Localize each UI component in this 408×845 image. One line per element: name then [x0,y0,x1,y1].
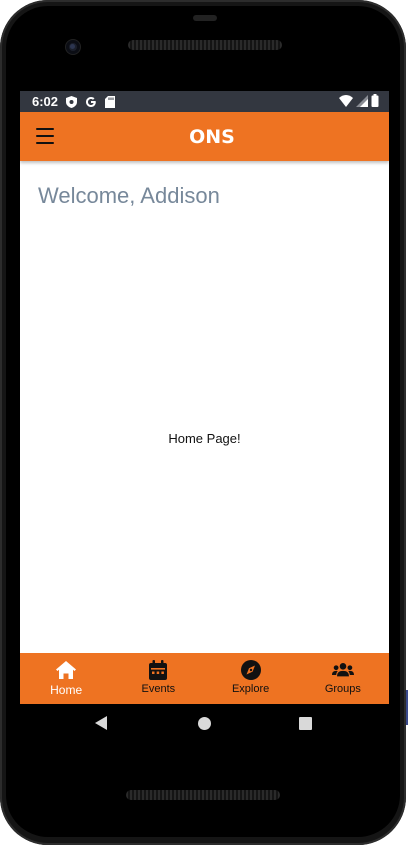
hamburger-menu-icon[interactable] [36,128,54,144]
sd-card-icon [105,95,116,108]
phone-screen: 6:02 ONS Welcome, Addison Home Page! Hom… [20,91,389,742]
welcome-heading: Welcome, Addison [38,183,220,208]
status-time: 6:02 [32,94,59,109]
users-icon [331,663,354,677]
nav-label-events: Events [141,683,176,695]
system-navigation-bar [20,704,389,742]
calendar-icon [149,660,168,680]
home-icon [56,661,77,679]
compass-icon [240,660,261,680]
phone-frame: 6:02 ONS Welcome, Addison Home Page! Hom… [0,0,406,845]
proximity-sensor [193,15,217,21]
nav-item-events[interactable]: Events [112,653,204,704]
nav-label-groups: Groups [324,683,361,695]
status-icons-right [339,94,379,110]
front-camera [66,40,80,54]
bottom-navigation: Home Events Explore Groups [20,653,389,704]
cell-signal-icon [356,94,368,110]
nav-item-home[interactable]: Home [20,653,112,704]
home-page-text: Home Page! [168,431,241,446]
app-logo: ONS [189,126,235,148]
nav-label-explore: Explore [231,683,270,695]
logo-text: ONS [189,126,235,148]
earpiece-speaker [128,40,282,50]
wifi-icon [339,94,353,110]
back-icon[interactable] [95,716,107,730]
shield-icon [66,95,78,108]
recents-icon[interactable] [299,717,312,730]
nav-item-groups[interactable]: Groups [297,653,389,704]
status-bar: 6:02 [20,91,389,112]
google-g-icon [85,96,97,108]
home-circle-icon[interactable] [198,717,211,730]
nav-label-home: Home [50,683,83,697]
app-header: ONS [20,112,389,161]
bottom-speaker [126,790,280,800]
battery-icon [371,94,379,110]
nav-item-explore[interactable]: Explore [205,653,297,704]
